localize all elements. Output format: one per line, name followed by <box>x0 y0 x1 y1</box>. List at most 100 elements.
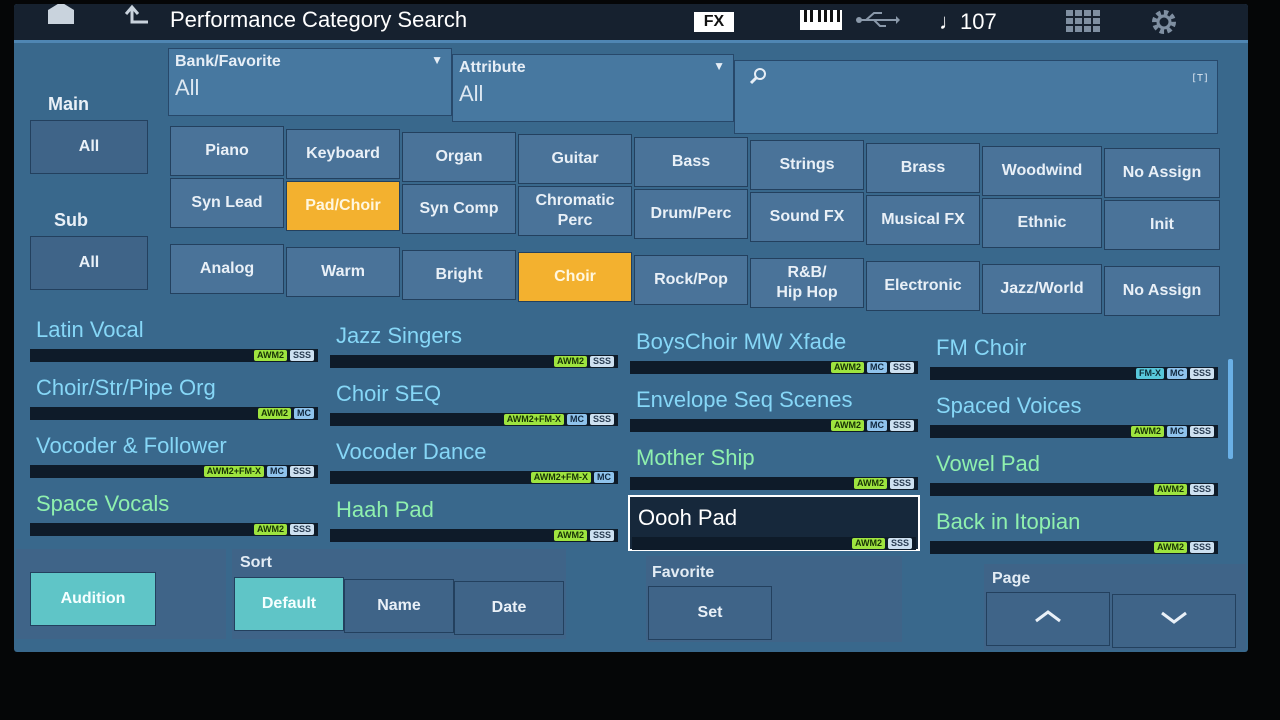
tag-sss: SSS <box>589 530 614 541</box>
list-item[interactable]: Vocoder & Follower AWM2+FM-X MC SSS <box>28 425 320 481</box>
main-category-strings[interactable]: Strings <box>750 140 864 190</box>
engine-tag-bar: AWM2 SSS <box>30 349 318 362</box>
sub-category-electronic[interactable]: Electronic <box>866 260 980 311</box>
main-category-chromatic-perc[interactable]: Chromatic Perc <box>518 186 632 237</box>
performance-list: Latin Vocal AWM2 SSS Choir/Str/Pipe Org AWM2… <box>28 309 1228 554</box>
page-up-button[interactable] <box>986 592 1110 646</box>
main-label: Main <box>48 94 90 114</box>
engine-tag-bar: AWM2 SSS <box>630 477 918 490</box>
sub-category-choir[interactable]: Choir <box>518 252 632 303</box>
tag-sss: SSS <box>889 362 914 373</box>
attribute-label: Attribute <box>459 59 526 76</box>
sub-category-rock-pop[interactable]: Rock/Pop <box>634 255 748 306</box>
sort-default-button[interactable]: Default <box>234 577 344 631</box>
tag-mc: MC <box>1166 426 1187 437</box>
list-item[interactable]: Spaced Voices AWM2 MC SSS <box>928 385 1220 441</box>
tag-mc: MC <box>566 414 587 425</box>
sub-category-r-b-hip-hop[interactable]: R&B/ Hip Hop <box>750 258 864 308</box>
tag-awm2-fm-x: AWM2+FM-X <box>503 414 564 425</box>
home-icon[interactable] <box>46 4 76 32</box>
list-item[interactable]: Choir SEQ AWM2+FM-X MC SSS <box>328 373 620 429</box>
main-category-pad-choir[interactable]: Pad/Choir <box>286 180 400 231</box>
list-item[interactable]: FM Choir FM-X MC SSS <box>928 327 1220 383</box>
tag-awm2: AWM2 <box>851 538 885 549</box>
list-item[interactable]: Space Vocals AWM2 SSS <box>28 483 320 539</box>
list-item-name: Spaced Voices <box>936 393 1082 418</box>
bank-favorite-value: All <box>175 75 200 100</box>
list-item-name: Haah Pad <box>336 497 434 522</box>
main-category-organ[interactable]: Organ <box>402 131 516 182</box>
sub-all-button[interactable]: All <box>30 236 148 290</box>
scrollbar[interactable] <box>1228 359 1233 459</box>
keyboard-input-icon[interactable]: [T] <box>1191 73 1209 84</box>
list-item[interactable]: Latin Vocal AWM2 SSS <box>28 309 320 365</box>
tag-mc: MC <box>266 466 287 477</box>
main-all-button[interactable]: All <box>30 120 148 174</box>
sub-category-bright[interactable]: Bright <box>402 249 516 300</box>
tag-sss: SSS <box>889 478 914 489</box>
list-item-name: Oooh Pad <box>638 505 738 530</box>
tag-awm2: AWM2 <box>830 362 864 373</box>
main-category-init[interactable]: Init <box>1104 200 1220 251</box>
page-down-button[interactable] <box>1112 594 1236 648</box>
main-category-drum-perc[interactable]: Drum/Perc <box>634 189 748 240</box>
bank-favorite-dropdown[interactable]: Bank/Favorite ▼ All <box>168 48 452 116</box>
search-icon <box>749 67 767 90</box>
audition-button[interactable]: Audition <box>30 572 156 626</box>
tag-awm2: AWM2 <box>830 420 864 431</box>
main-category-bass[interactable]: Bass <box>634 137 748 188</box>
list-item[interactable]: Choir/Str/Pipe Org AWM2 MC <box>28 367 320 423</box>
sub-category-jazz-world[interactable]: Jazz/World <box>982 263 1102 314</box>
grid-icon[interactable] <box>1066 10 1102 40</box>
main-category-musical-fx[interactable]: Musical FX <box>866 194 980 245</box>
tag-fm-x: FM-X <box>1135 368 1164 379</box>
list-item-name: BoysChoir MW Xfade <box>636 329 847 354</box>
sort-date-button[interactable]: Date <box>454 581 564 635</box>
list-item[interactable]: Jazz Singers AWM2 SSS <box>328 315 620 371</box>
engine-tag-bar: FM-X MC SSS <box>930 367 1218 380</box>
list-item[interactable]: Vocoder Dance AWM2+FM-X MC <box>328 431 620 487</box>
main-category-brass[interactable]: Brass <box>866 142 980 193</box>
list-item-name: Vocoder & Follower <box>36 433 227 458</box>
list-item[interactable]: BoysChoir MW Xfade AWM2 MC SSS <box>628 321 920 377</box>
main-category-syn-comp[interactable]: Syn Comp <box>402 183 516 234</box>
tag-mc: MC <box>594 472 614 483</box>
search-field[interactable]: [T] <box>734 60 1218 134</box>
engine-tag-bar: AWM2 MC SSS <box>930 425 1218 438</box>
fx-badge[interactable]: FX <box>694 12 734 32</box>
tag-sss: SSS <box>1189 542 1214 553</box>
engine-tag-bar: AWM2+FM-X MC SSS <box>330 413 618 426</box>
main-category-woodwind[interactable]: Woodwind <box>982 145 1102 196</box>
main-category-ethnic[interactable]: Ethnic <box>982 197 1102 248</box>
sort-name-button[interactable]: Name <box>344 579 454 633</box>
list-item[interactable]: Haah Pad AWM2 SSS <box>328 489 620 545</box>
gear-icon[interactable] <box>1150 8 1178 44</box>
tempo-value[interactable]: 107 <box>960 8 997 36</box>
main-category-keyboard[interactable]: Keyboard <box>286 128 400 179</box>
chevron-down-icon: ▼ <box>431 53 443 67</box>
main-category-syn-lead[interactable]: Syn Lead <box>170 178 284 228</box>
tag-awm2: AWM2 <box>258 408 291 419</box>
list-item[interactable]: Envelope Seq Scenes AWM2 MC SSS <box>628 379 920 435</box>
main-category-sound-fx[interactable]: Sound FX <box>750 192 864 242</box>
list-item[interactable]: Vowel Pad AWM2 SSS <box>928 443 1220 499</box>
tag-sss: SSS <box>887 538 912 549</box>
sub-category-analog[interactable]: Analog <box>170 244 284 294</box>
list-item[interactable]: Oooh Pad AWM2 SSS <box>628 495 920 551</box>
bank-favorite-label: Bank/Favorite <box>175 53 281 70</box>
main-category-guitar[interactable]: Guitar <box>518 134 632 185</box>
page-label: Page <box>992 570 1031 587</box>
engine-tag-bar: AWM2 SSS <box>930 483 1218 496</box>
attribute-dropdown[interactable]: Attribute ▼ All <box>452 54 734 122</box>
tag-awm2: AWM2 <box>1153 542 1187 553</box>
main-category-piano[interactable]: Piano <box>170 126 284 176</box>
sub-category-warm[interactable]: Warm <box>286 246 400 297</box>
favorite-set-button[interactable]: Set <box>648 586 772 640</box>
tag-sss: SSS <box>1189 426 1214 437</box>
list-item[interactable]: Back in Itopian AWM2 SSS <box>928 501 1220 557</box>
list-item-name: Back in Itopian <box>936 509 1081 534</box>
list-item[interactable]: Mother Ship AWM2 SSS <box>628 437 920 493</box>
main-category-no-assign[interactable]: No Assign <box>1104 148 1220 199</box>
tag-sss: SSS <box>889 420 914 431</box>
back-icon[interactable] <box>120 4 150 36</box>
